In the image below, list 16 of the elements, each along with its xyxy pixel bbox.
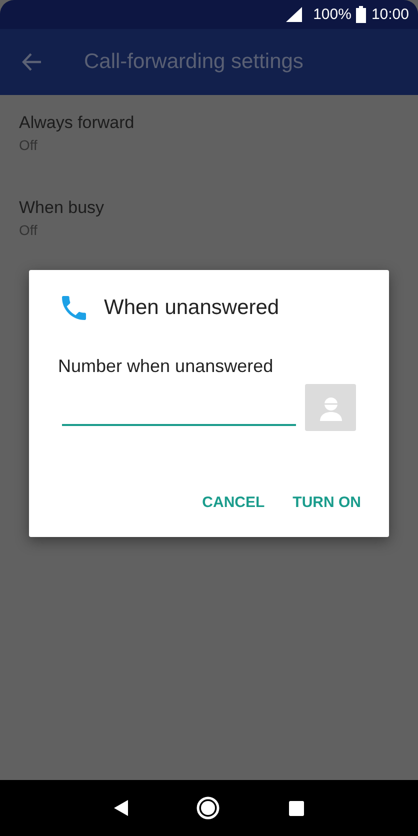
battery-percent: 100% xyxy=(313,6,352,23)
back-button[interactable] xyxy=(22,52,44,72)
recents-nav-icon[interactable] xyxy=(288,800,304,816)
battery-icon xyxy=(356,6,366,23)
setting-label[interactable]: When busy xyxy=(19,198,104,218)
dialog-button[interactable]: CANCEL xyxy=(202,490,265,515)
clock: 10:00 xyxy=(371,6,409,23)
setting-label[interactable]: Always forward xyxy=(19,113,134,133)
home-nav-icon[interactable] xyxy=(196,796,220,820)
dialog-button[interactable]: TURN ON xyxy=(292,490,361,515)
person-icon xyxy=(318,394,344,420)
back-nav-icon[interactable] xyxy=(114,800,128,816)
screen-title: Call-forwarding settings xyxy=(84,50,304,74)
field-label: Number when unanswered xyxy=(58,356,274,377)
dialog-title: When unanswered xyxy=(104,296,280,320)
signal-icon xyxy=(286,7,302,22)
